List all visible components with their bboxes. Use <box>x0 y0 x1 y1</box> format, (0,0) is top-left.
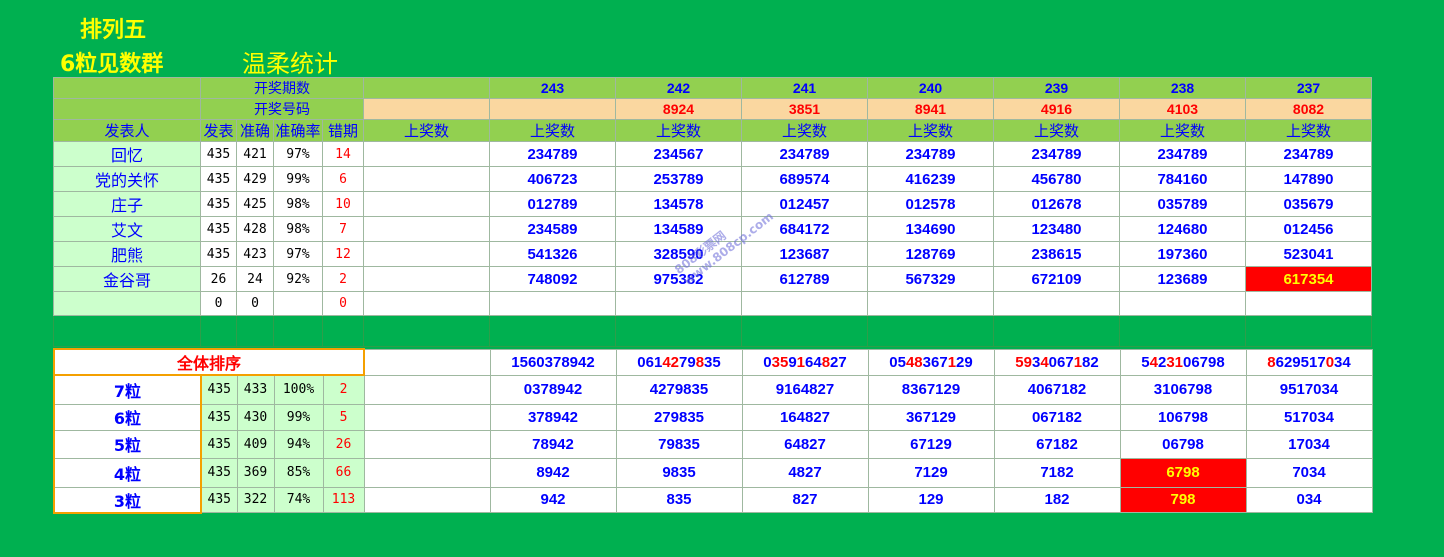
col-miss: 错期 <box>322 119 364 142</box>
prediction-table: 开奖期数 243 242 241 240 239 238 237 开奖号码 89… <box>53 77 1372 347</box>
full-rank-237: 8629517034 <box>1245 348 1373 376</box>
col-rate: 准确率 <box>273 119 323 142</box>
table-row: 4粒 435 369 85% 66 8942 9835 4827 7129 71… <box>53 457 1373 488</box>
rank-label: 4粒 <box>53 457 202 488</box>
publisher-name: 肥熊 <box>53 241 201 267</box>
draw-label: 开奖号码 <box>200 98 364 120</box>
col-correct: 准确 <box>236 119 274 142</box>
full-rank-243: 1560378942 <box>489 348 617 376</box>
col-prize: 上奖数 <box>1245 119 1372 142</box>
col-prize: 上奖数 <box>489 119 616 142</box>
col-published: 发表 <box>200 119 237 142</box>
period-238: 238 <box>1119 77 1246 99</box>
period-242: 242 <box>615 77 742 99</box>
col-publisher: 发表人 <box>53 119 201 142</box>
ranking-table: 全体排序 1560378942 0614279835 0359164827 05… <box>53 348 1373 514</box>
draw-239: 4916 <box>993 98 1120 120</box>
hit-cell: 6798 <box>1119 457 1247 488</box>
table-row: 5粒 435 409 94% 26 78942 79835 64827 6712… <box>53 429 1373 459</box>
publisher-name: 金谷哥 <box>53 266 201 292</box>
rank-label: 6粒 <box>53 403 202 431</box>
period-241: 241 <box>741 77 868 99</box>
stats-title: 温柔统计 <box>242 50 338 78</box>
publisher-name: 艾文 <box>53 216 201 242</box>
table-row: 6粒 435 430 99% 5 378942 279835 164827 36… <box>53 403 1373 431</box>
col-prize: 上奖数 <box>741 119 868 142</box>
period-240: 240 <box>867 77 994 99</box>
draw-238: 4103 <box>1119 98 1246 120</box>
period-243: 243 <box>489 77 616 99</box>
publisher-name: 庄子 <box>53 191 201 217</box>
full-rank-241: 0359164827 <box>741 348 869 376</box>
table-row: 庄子 435 425 98% 10 012789 134578 012457 0… <box>53 191 1372 217</box>
publisher-name <box>53 291 201 316</box>
draw-240: 8941 <box>867 98 994 120</box>
col-prev: 上奖数 <box>363 119 490 142</box>
game-title: 排列五 <box>80 18 147 43</box>
publisher-name: 回忆 <box>53 141 201 167</box>
draw-242: 8924 <box>615 98 742 120</box>
rank-label: 5粒 <box>53 429 202 459</box>
period-label: 开奖期数 <box>200 77 364 99</box>
subtitle: 6粒见数群 <box>60 52 164 77</box>
rank-label: 3粒 <box>53 486 202 514</box>
table-row: 0 0 0 <box>53 291 1372 316</box>
col-prize: 上奖数 <box>867 119 994 142</box>
full-rank-240: 0548367129 <box>867 348 995 376</box>
rank-label: 7粒 <box>53 374 202 405</box>
table-row: 7粒 435 433 100% 2 0378942 4279835 916482… <box>53 374 1373 405</box>
table-row: 3粒 435 322 74% 113 942 835 827 129 182 7… <box>53 486 1373 514</box>
table-row: 党的关怀 435 429 99% 6 406723 253789 689574 … <box>53 166 1372 192</box>
ranking-title: 全体排序 <box>53 348 365 376</box>
draw-237: 8082 <box>1245 98 1372 120</box>
full-rank-242: 0614279835 <box>615 348 743 376</box>
col-prize: 上奖数 <box>1119 119 1246 142</box>
period-237: 237 <box>1245 77 1372 99</box>
spacer-row <box>53 315 1372 347</box>
full-rank-238: 5423106798 <box>1119 348 1247 376</box>
col-prize: 上奖数 <box>615 119 742 142</box>
table-row: 回忆 435 421 97% 14 234789 234567 234789 2… <box>53 141 1372 167</box>
col-prize: 上奖数 <box>993 119 1120 142</box>
full-rank-239: 5934067182 <box>993 348 1121 376</box>
publisher-name: 党的关怀 <box>53 166 201 192</box>
table-row: 金谷哥 26 24 92% 2 748092 975382 612789 567… <box>53 266 1372 292</box>
draw-241: 3851 <box>741 98 868 120</box>
draw-243 <box>489 98 616 120</box>
hit-cell: 617354 <box>1245 266 1372 292</box>
period-239: 239 <box>993 77 1120 99</box>
hit-cell: 798 <box>1119 486 1247 513</box>
